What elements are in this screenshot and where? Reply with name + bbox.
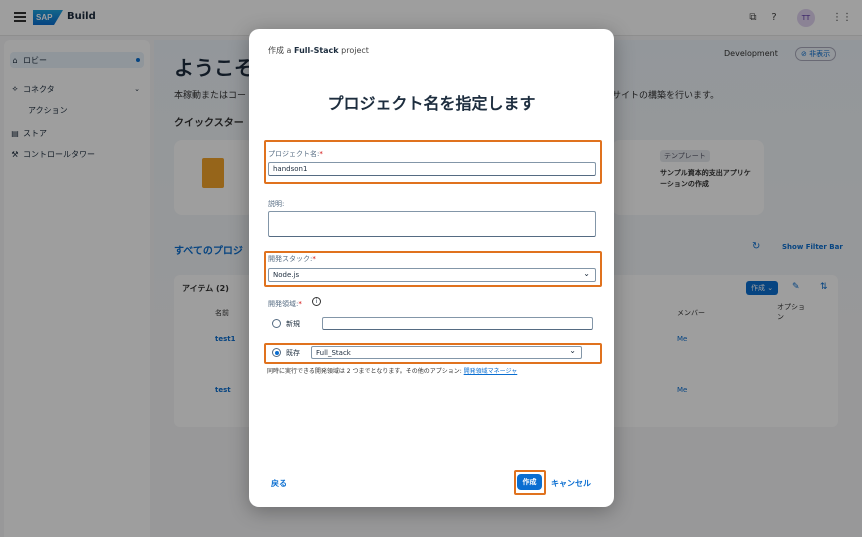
subtitle-bold: Full-Stack xyxy=(294,46,339,55)
stack-label: 開発スタック:* xyxy=(268,255,316,263)
radio-new-label: 新規 xyxy=(286,320,300,328)
back-button[interactable]: 戻る xyxy=(271,478,287,489)
create-button[interactable]: 作成 xyxy=(517,474,542,490)
subtitle-prefix: 作成 a xyxy=(268,46,294,55)
space-manager-link[interactable]: 開発領域マネージャ xyxy=(464,368,518,375)
stack-value: Node.js xyxy=(273,271,300,279)
label-text: 開発領域: xyxy=(268,300,299,308)
chevron-down-icon: ⌄ xyxy=(569,346,576,355)
radio-existing-label: 既存 xyxy=(286,349,300,357)
label-text: 開発スタック: xyxy=(268,255,313,263)
dialog-subtitle: 作成 a Full-Stack project xyxy=(268,45,369,56)
cancel-button[interactable]: キャンセル xyxy=(551,478,591,489)
project-name-input[interactable]: handson1 xyxy=(268,162,596,176)
project-name-label: プロジェクト名:* xyxy=(268,150,323,158)
radio-existing[interactable] xyxy=(272,348,281,357)
stack-select[interactable]: Node.js ⌄ xyxy=(268,268,596,282)
new-space-input[interactable] xyxy=(322,317,593,330)
label-text: プロジェクト名: xyxy=(268,150,320,158)
description-input[interactable] xyxy=(268,211,596,237)
info-icon[interactable]: i xyxy=(312,297,321,306)
description-label: 説明: xyxy=(268,200,285,208)
existing-value: Full_Stack xyxy=(316,349,351,357)
space-note: 同時に実行できる開発領域は 2 つまでとなります。その他のアプション: 開発領域… xyxy=(267,366,517,375)
dialog-title: プロジェクト名を指定します xyxy=(327,94,536,113)
note-text: 同時に実行できる開発領域は 2 つまでとなります。その他のアプション: xyxy=(267,368,464,375)
radio-new[interactable] xyxy=(272,319,281,328)
subtitle-suffix: project xyxy=(338,46,369,55)
existing-space-select[interactable]: Full_Stack ⌄ xyxy=(311,346,582,359)
chevron-down-icon: ⌄ xyxy=(583,269,590,278)
create-project-dialog: 作成 a Full-Stack project プロジェクト名を指定します プロ… xyxy=(249,29,614,507)
space-label: 開発領域:* xyxy=(268,300,302,308)
